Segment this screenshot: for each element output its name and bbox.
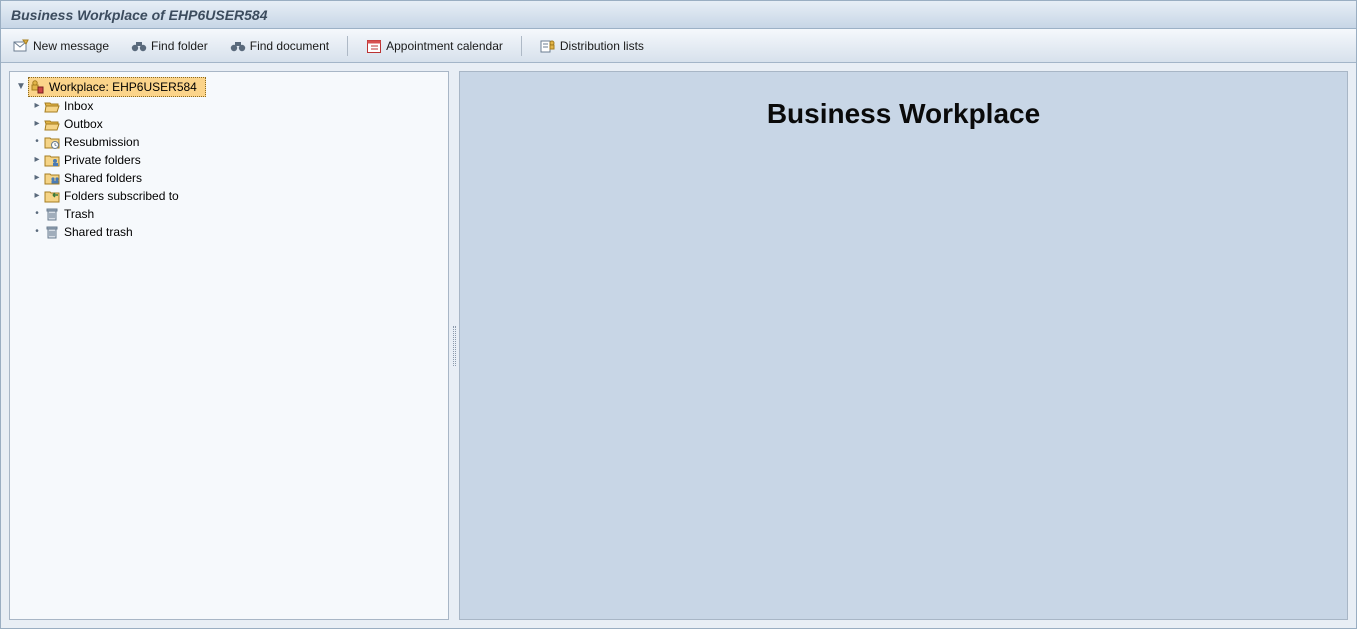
tree-item[interactable]: ▸ Shared folders — [30, 169, 448, 187]
folder-private-icon — [44, 152, 60, 168]
window-title: Business Workplace of EHP6USER584 — [11, 7, 268, 23]
new-message-label: New message — [33, 39, 109, 53]
tree-item-label: Shared folders — [62, 169, 146, 187]
folder-tree: ▼ Workplace: EHP6USER584 ▸ Inbox▸ Outbox… — [10, 72, 448, 241]
find-document-label: Find document — [250, 39, 329, 53]
find-folder-button[interactable]: Find folder — [127, 36, 212, 56]
expand-icon[interactable]: ▸ — [32, 169, 42, 187]
find-folder-label: Find folder — [151, 39, 208, 53]
new-message-button[interactable]: New message — [9, 36, 113, 56]
tree-item-label: Shared trash — [62, 223, 137, 241]
tree-item-label: Inbox — [62, 97, 97, 115]
tree-item[interactable]: ▸ Inbox — [30, 97, 448, 115]
folder-shared-icon — [44, 170, 60, 186]
tree-pane[interactable]: ▼ Workplace: EHP6USER584 ▸ Inbox▸ Outbox… — [9, 71, 449, 620]
expand-icon[interactable]: ▸ — [32, 151, 42, 169]
folder-open-icon — [44, 98, 60, 114]
folder-sub-icon — [44, 188, 60, 204]
find-document-button[interactable]: Find document — [226, 36, 333, 56]
app-frame: Business Workplace of EHP6USER584 New me… — [0, 0, 1357, 629]
tree-item[interactable]: ▸ Folders subscribed to — [30, 187, 448, 205]
appointment-calendar-button[interactable]: Appointment calendar — [362, 36, 507, 56]
tree-item-label: Private folders — [62, 151, 145, 169]
content-header: Business Workplace — [767, 98, 1040, 130]
toolbar: New message Find folder Find document Ap… — [1, 29, 1356, 63]
tree-item-label: Outbox — [62, 115, 107, 133]
expand-icon[interactable]: ▸ — [32, 97, 42, 115]
splitter[interactable] — [449, 71, 459, 620]
toolbar-separator — [347, 36, 348, 56]
splitter-grip-icon — [453, 326, 456, 366]
tree-item-label: Folders subscribed to — [62, 187, 183, 205]
leaf-icon: • — [32, 133, 42, 151]
tree-item-label: Trash — [62, 205, 98, 223]
leaf-icon: • — [32, 205, 42, 223]
trash-icon — [44, 206, 60, 222]
distribution-list-icon — [540, 38, 556, 54]
content-pane: Business Workplace — [459, 71, 1348, 620]
expand-icon[interactable]: ▸ — [32, 115, 42, 133]
calendar-icon — [366, 38, 382, 54]
toolbar-separator — [521, 36, 522, 56]
workplace-icon — [29, 79, 45, 95]
tree-root[interactable]: ▼ Workplace: EHP6USER584 — [12, 77, 208, 97]
tree-item-label: Resubmission — [62, 133, 143, 151]
binoculars-icon — [131, 38, 147, 54]
tree-item[interactable]: • Resubmission — [30, 133, 448, 151]
tree-item[interactable]: ▸ Outbox — [30, 115, 448, 133]
folder-open-icon — [44, 116, 60, 132]
distribution-lists-label: Distribution lists — [560, 39, 644, 53]
leaf-icon: • — [32, 223, 42, 241]
expand-icon[interactable]: ▸ — [32, 187, 42, 205]
folder-clock-icon — [44, 134, 60, 150]
new-message-icon — [13, 38, 29, 54]
tree-item[interactable]: • Trash — [30, 205, 448, 223]
collapse-icon[interactable]: ▼ — [16, 78, 26, 96]
distribution-lists-button[interactable]: Distribution lists — [536, 36, 648, 56]
titlebar: Business Workplace of EHP6USER584 — [1, 1, 1356, 29]
tree-item[interactable]: ▸ Private folders — [30, 151, 448, 169]
tree-item[interactable]: • Shared trash — [30, 223, 448, 241]
body: ▼ Workplace: EHP6USER584 ▸ Inbox▸ Outbox… — [1, 63, 1356, 628]
appointment-calendar-label: Appointment calendar — [386, 39, 503, 53]
trash-icon — [44, 224, 60, 240]
tree-root-label: Workplace: EHP6USER584 — [47, 78, 201, 96]
binoculars-icon — [230, 38, 246, 54]
